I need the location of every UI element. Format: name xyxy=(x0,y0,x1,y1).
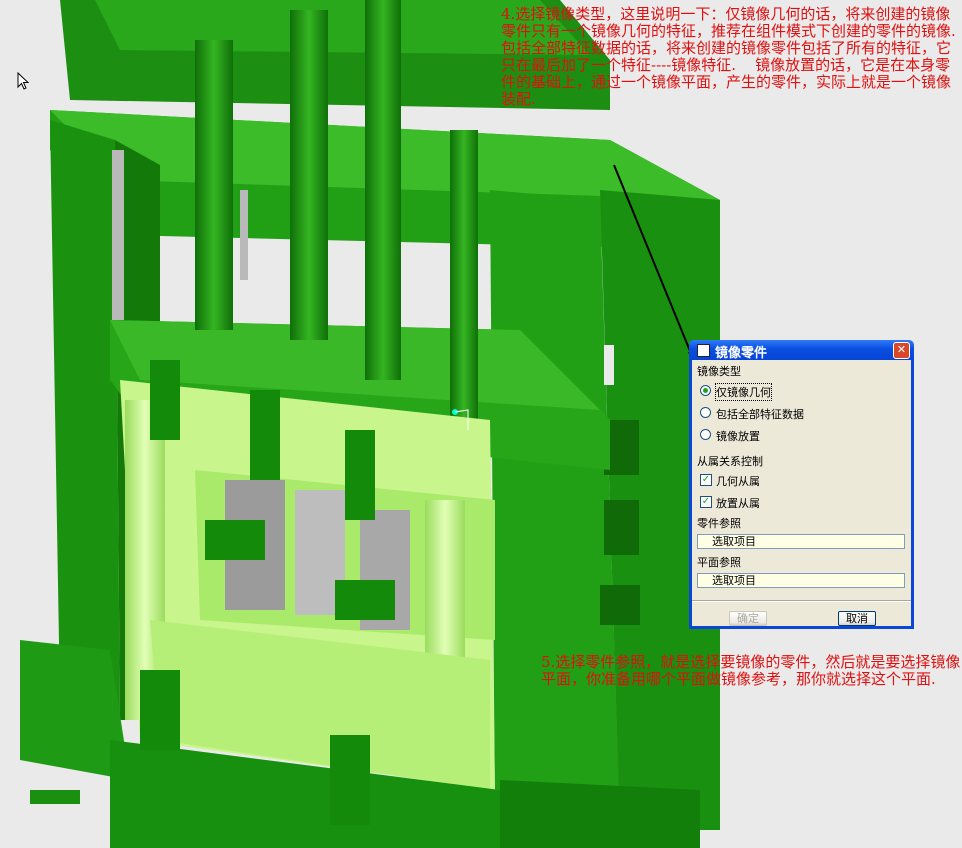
radio-label: 包括全部特征数据 xyxy=(716,408,804,421)
checkbox-indicator[interactable]: ✓ xyxy=(700,474,712,486)
checkbox-label: 几何从属 xyxy=(716,475,760,488)
radio-indicator[interactable] xyxy=(700,407,711,418)
window-icon xyxy=(697,344,710,357)
close-icon: ✕ xyxy=(896,343,907,356)
radio-indicator[interactable] xyxy=(700,385,711,396)
radio-indicator[interactable] xyxy=(700,429,711,440)
mouse-pointer-icon xyxy=(17,72,29,90)
part-reference-field[interactable]: 选取项目 xyxy=(697,534,905,549)
mirror-type-label: 镜像类型 xyxy=(697,365,741,378)
close-button[interactable]: ✕ xyxy=(893,342,910,359)
dependency-control-label: 从属关系控制 xyxy=(697,455,763,468)
instruction-note-step4: 4.选择镜像类型，这里说明一下：仅镜像几何的话，将来创建的镜像零件只有一个镜像几… xyxy=(501,5,956,108)
dialog-title: 镜像零件 xyxy=(715,346,768,361)
mirror-part-dialog: 镜像零件 ✕ 镜像类型 仅镜像几何 包括全部特征数据 镜像放置 从属关系控制 ✓… xyxy=(689,340,914,629)
dialog-body: 镜像类型 仅镜像几何 包括全部特征数据 镜像放置 从属关系控制 ✓ 几何从属 ✓… xyxy=(692,360,911,626)
cancel-button[interactable]: 取消 xyxy=(838,611,876,626)
checkbox-indicator[interactable]: ✓ xyxy=(700,496,712,508)
ok-button[interactable]: 确定 xyxy=(729,611,767,626)
part-reference-label: 零件参照 xyxy=(697,517,741,530)
button-separator xyxy=(692,600,911,602)
radio-label: 仅镜像几何 xyxy=(715,383,772,401)
dialog-titlebar[interactable]: 镜像零件 ✕ xyxy=(689,340,914,361)
radio-label: 镜像放置 xyxy=(716,430,760,443)
plane-reference-field[interactable]: 选取项目 xyxy=(697,573,905,588)
instruction-note-step5: 5.选择零件参照，就是选择要镜像的零件，然后就是要选择镜像平面，你准备用哪个平面… xyxy=(541,653,961,688)
checkbox-label: 放置从属 xyxy=(716,497,760,510)
plane-reference-label: 平面参照 xyxy=(697,556,741,569)
